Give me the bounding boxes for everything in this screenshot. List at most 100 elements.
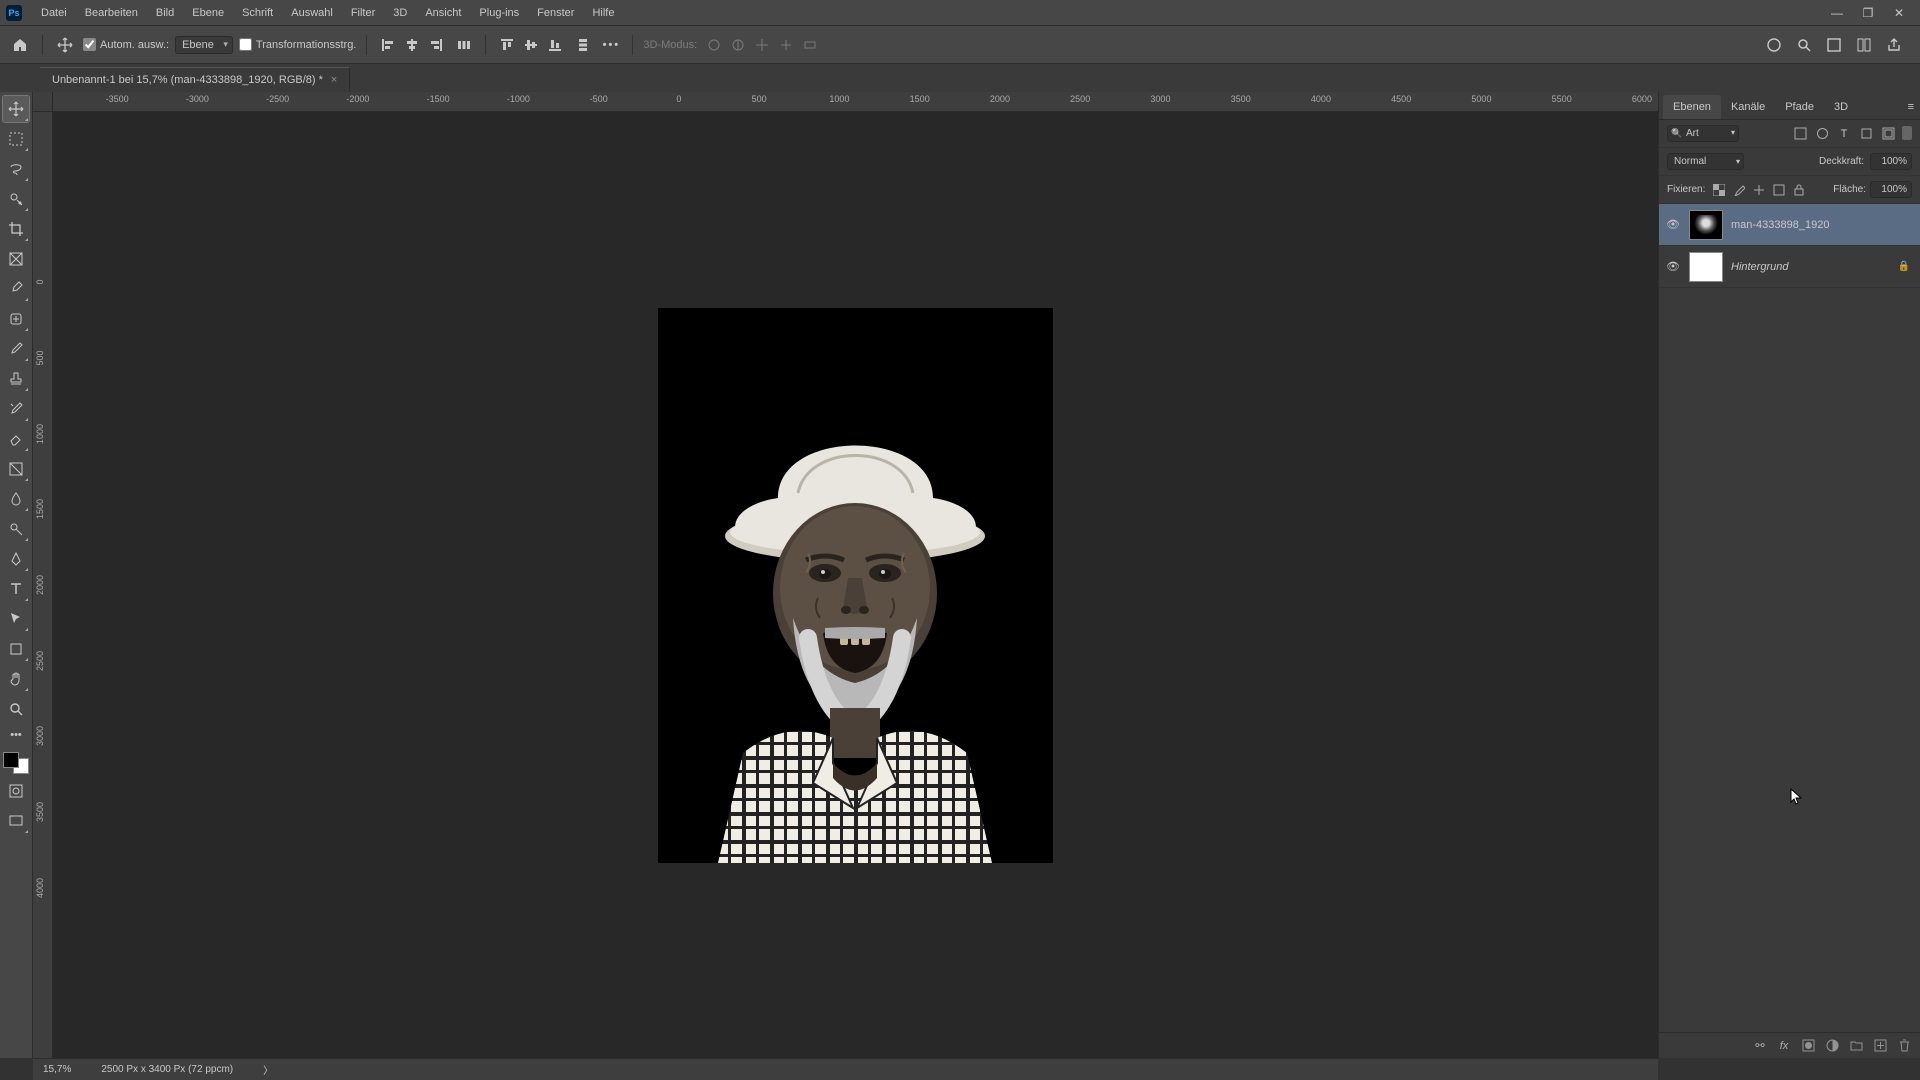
home-icon[interactable] [8,33,32,57]
eraser-tool[interactable] [3,426,29,452]
pen-tool[interactable] [3,546,29,572]
hand-tool[interactable] [3,666,29,692]
menu-hilfe[interactable]: Hilfe [583,0,623,26]
opacity-field[interactable]: 100% [1870,153,1912,170]
minimize-button[interactable]: — [1822,3,1852,23]
tab-pfade[interactable]: Pfade [1775,95,1824,119]
menu-ebene[interactable]: Ebene [183,0,233,26]
search-icon[interactable] [1794,35,1814,55]
marquee-tool[interactable] [3,126,29,152]
lock-transparency-icon[interactable] [1711,182,1727,198]
close-button[interactable]: ✕ [1884,3,1914,23]
eyedropper-tool[interactable] [3,276,29,302]
filter-smart-icon[interactable] [1880,126,1896,142]
menu-bild[interactable]: Bild [147,0,183,26]
blur-tool[interactable] [3,486,29,512]
lasso-tool[interactable] [3,156,29,182]
move-tool-indicator-icon[interactable] [53,33,77,57]
link-layers-icon[interactable]: ⚯ [1752,1038,1768,1054]
filter-pixel-icon[interactable] [1792,126,1808,142]
gradient-tool[interactable] [3,456,29,482]
canvas[interactable] [53,112,1658,1058]
status-zoom[interactable]: 15,7% [43,1064,71,1075]
distribute-h-icon[interactable] [453,34,475,56]
status-chevron-icon[interactable]: 〉 [263,1062,273,1077]
lock-position-icon[interactable] [1751,182,1767,198]
layer-group-icon[interactable] [1848,1038,1864,1054]
menu-plugins[interactable]: Plug-ins [470,0,528,26]
crop-tool[interactable] [3,216,29,242]
blend-mode-select[interactable]: Normal [1667,153,1744,170]
shape-tool[interactable] [3,636,29,662]
document-image[interactable] [658,308,1053,863]
maximize-button[interactable]: ❐ [1853,3,1883,23]
layer-style-icon[interactable]: fx [1776,1038,1792,1054]
screen-mode-tool[interactable] [3,808,29,834]
quick-select-tool[interactable] [3,186,29,212]
layer-thumbnail[interactable] [1689,210,1723,240]
visibility-toggle-icon[interactable]: 👁 [1665,260,1681,273]
menu-bearbeiten[interactable]: Bearbeiten [76,0,147,26]
lock-pixels-icon[interactable] [1731,182,1747,198]
align-bottom-icon[interactable] [544,34,566,56]
layer-kind-filter[interactable]: Art [1667,125,1786,142]
color-swatches[interactable] [3,752,29,774]
stamp-tool[interactable] [3,366,29,392]
cloud-docs-icon[interactable] [1764,35,1784,55]
align-left-icon[interactable] [377,34,399,56]
menu-3d[interactable]: 3D [384,0,416,26]
filter-adjust-icon[interactable] [1814,126,1830,142]
tab-ebenen[interactable]: Ebenen [1663,95,1721,119]
menu-datei[interactable]: Datei [32,0,76,26]
layer-mask-icon[interactable] [1800,1038,1816,1054]
align-center-h-icon[interactable] [401,34,423,56]
filter-shape-icon[interactable] [1858,126,1874,142]
quickmask-tool[interactable] [3,778,29,804]
layer-name[interactable]: Hintergrund [1731,261,1890,273]
status-doc-info[interactable]: 2500 Px x 3400 Px (72 ppcm) [101,1064,233,1075]
auto-select-target[interactable]: Ebene [175,36,233,54]
tab-kanaele[interactable]: Kanäle [1721,95,1775,119]
align-center-v-icon[interactable] [520,34,542,56]
foreground-color-swatch[interactable] [3,752,19,768]
zoom-tool[interactable] [3,696,29,722]
panel-menu-icon[interactable]: ≡ [1902,95,1920,119]
ruler-horizontal[interactable]: -3500 -3000 -2500 -2000 -1500 -1000 -500… [53,92,1658,112]
menu-fenster[interactable]: Fenster [528,0,583,26]
history-brush-tool[interactable] [3,396,29,422]
close-tab-icon[interactable]: × [331,74,337,86]
filter-type-icon[interactable]: T [1836,126,1852,142]
path-select-tool[interactable] [3,606,29,632]
ruler-vertical[interactable]: 0 500 1000 1500 2000 2500 3000 3500 4000 [33,112,53,1058]
share-icon[interactable] [1884,35,1904,55]
brush-tool[interactable] [3,336,29,362]
layer-name[interactable]: man-4333898_1920 [1731,219,1914,231]
frame-tool[interactable] [3,246,29,272]
delete-layer-icon[interactable] [1896,1038,1912,1054]
more-options-icon[interactable]: ••• [600,34,622,56]
menu-auswahl[interactable]: Auswahl [282,0,342,26]
filter-toggle-icon[interactable] [1902,126,1912,140]
dodge-tool[interactable] [3,516,29,542]
layer-row[interactable]: 👁 man-4333898_1920 [1659,204,1920,246]
layer-thumbnail[interactable] [1689,252,1723,282]
adjustment-layer-icon[interactable] [1824,1038,1840,1054]
edit-toolbar-icon[interactable]: ••• [3,726,29,744]
document-tab[interactable]: Unbenannt-1 bei 15,7% (man-4333898_1920,… [40,67,350,92]
auto-select-checkbox[interactable]: Autom. ausw.: [83,38,169,51]
menu-schrift[interactable]: Schrift [233,0,282,26]
menu-filter[interactable]: Filter [342,0,384,26]
type-tool[interactable] [3,576,29,602]
lock-artboard-icon[interactable] [1771,182,1787,198]
new-layer-icon[interactable] [1872,1038,1888,1054]
layer-row[interactable]: 👁 Hintergrund 🔒 [1659,246,1920,288]
tab-3d[interactable]: 3D [1824,95,1858,119]
healing-tool[interactable] [3,306,29,332]
arrange-docs-icon[interactable] [1824,35,1844,55]
workspace-icon[interactable] [1854,35,1874,55]
move-tool[interactable] [3,96,29,122]
visibility-toggle-icon[interactable]: 👁 [1665,218,1681,231]
distribute-v-icon[interactable] [572,34,594,56]
align-top-icon[interactable] [496,34,518,56]
lock-all-icon[interactable] [1791,182,1807,198]
